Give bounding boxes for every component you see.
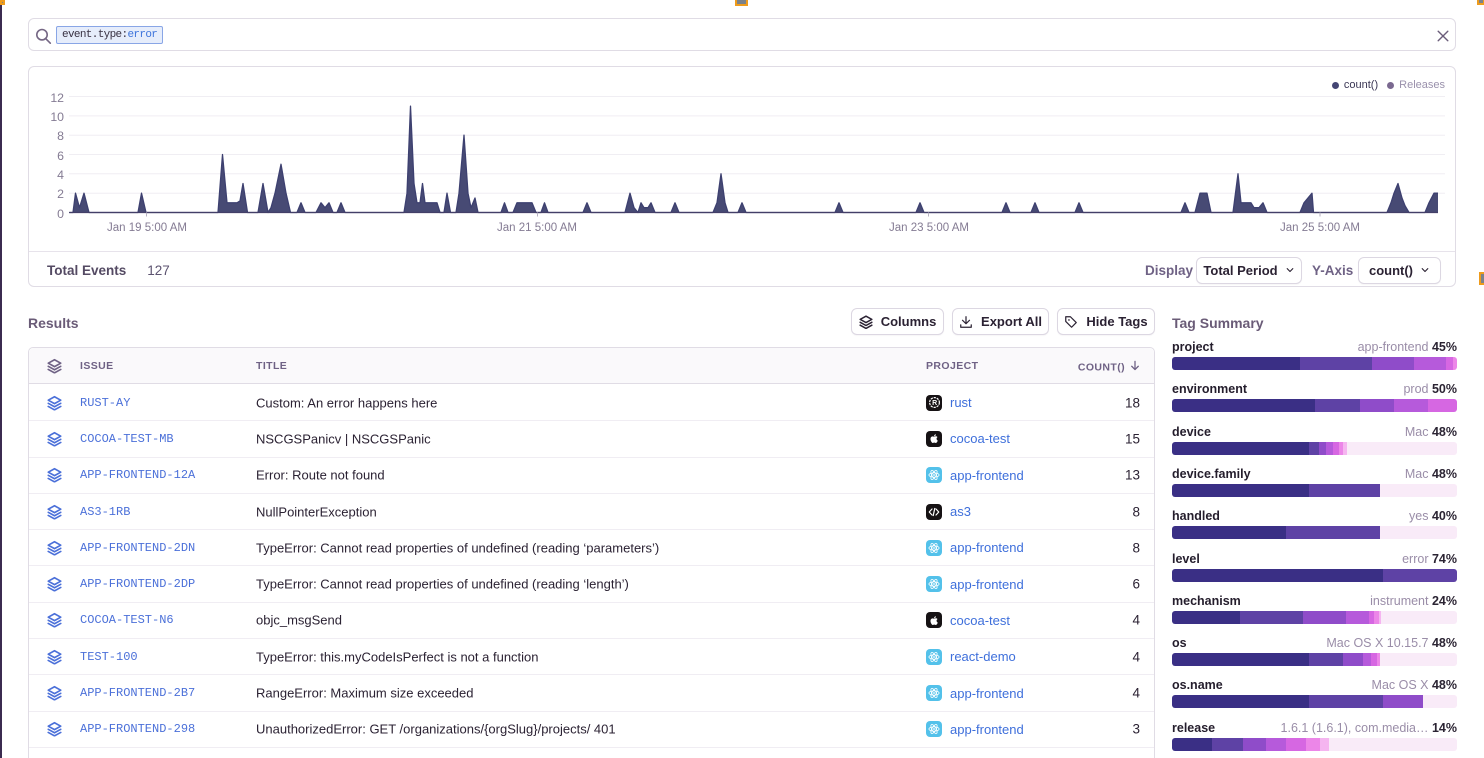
svg-text:R: R [932, 400, 937, 407]
